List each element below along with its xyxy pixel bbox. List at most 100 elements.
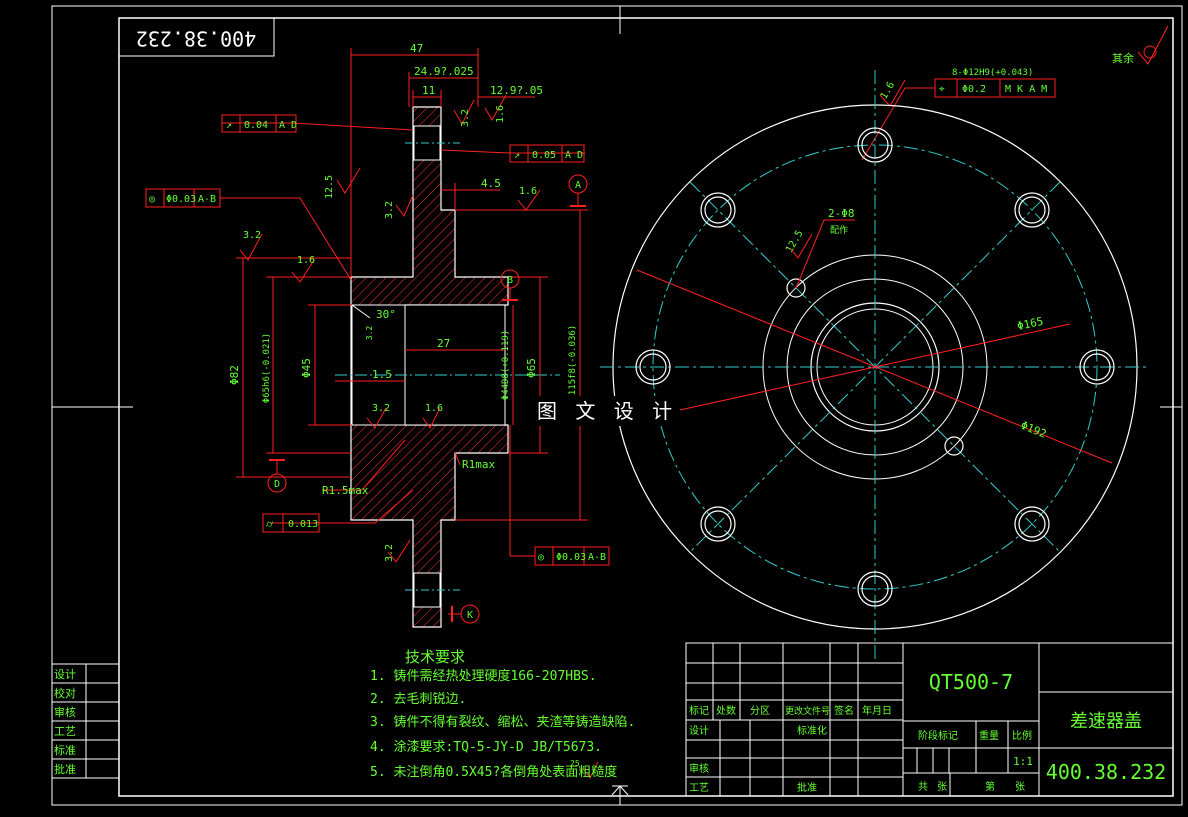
svg-text:张: 张 [937,781,947,793]
rotated-drawing-number: 400.38.232 [136,27,256,51]
svg-text:Φ0.03: Φ0.03 [166,194,196,205]
svg-text:设计: 设计 [54,668,76,681]
dim-r15: R1.5max [322,484,369,497]
svg-text:重量: 重量 [979,729,999,742]
dim-d82: Φ82 [228,365,241,385]
svg-text:审核: 审核 [54,705,76,719]
tol-cylindricity: ⌭ 0.013 [262,513,320,533]
svg-text:1.6: 1.6 [495,105,506,123]
dim-27: 27 [437,337,450,350]
svg-text:⌭: ⌭ [266,519,274,530]
svg-text:0.013: 0.013 [288,519,318,530]
svg-text:张: 张 [1015,781,1025,793]
svg-text:年月日: 年月日 [862,704,892,717]
dim-2-8-note: 配作 [830,224,848,236]
svg-text:3.2: 3.2 [372,403,390,414]
svg-text:签名: 签名 [834,704,854,717]
svg-text:3.2: 3.2 [460,109,471,127]
svg-text:1.6: 1.6 [519,186,537,197]
tech-item-2: 2. 去毛刺锐边. [370,692,466,707]
svg-text:12.5: 12.5 [324,175,335,199]
svg-text:1.6: 1.6 [297,255,315,266]
tech-item-1: 1. 铸件需经热处理硬度166-207HBS. [370,668,597,684]
svg-text:A-B: A-B [198,194,216,205]
datum-a: A [575,180,581,191]
engineering-drawing: 400.38.232 其余 47 24.9?.025 12.9?.05 11 4… [51,5,1183,806]
svg-text:◎: ◎ [538,552,544,563]
dim-12: 12.9?.05 [490,84,543,97]
svg-text:3.2: 3.2 [365,326,374,341]
svg-text:阶段标记: 阶段标记 [918,729,958,742]
svg-text:0.04: 0.04 [244,120,268,131]
svg-text:标记: 标记 [689,705,709,717]
svg-text:Φ0.03: Φ0.03 [556,552,586,563]
svg-text:处数: 处数 [716,704,736,717]
svg-text:⌖: ⌖ [939,84,945,95]
tol-coax-1: ◎ Φ0.03 A-B [145,188,221,208]
svg-text:↗: ↗ [226,120,232,131]
datum-b: B [507,275,513,286]
svg-text:图 文 设 计: 图 文 设 计 [537,399,678,423]
svg-text:3.2: 3.2 [243,230,261,241]
front-view-texts: Φ165 Φ192 2-Φ8 配作 [828,207,1048,441]
svg-text:标准化: 标准化 [797,724,827,737]
dim-115: 115f8(-0.036) [568,325,578,395]
svg-text:0.05: 0.05 [532,150,556,161]
svg-text:第: 第 [985,780,995,793]
dim-d44: Φ44D8(+0.119) [501,330,511,400]
svg-text:1.6: 1.6 [425,403,443,414]
part-name: 差速器盖 [1070,711,1142,732]
dim-15: 1.5 [372,368,392,381]
front-view [600,70,1150,660]
tol-coax-2: ◎ Φ0.03 A-B [534,546,610,566]
svg-text:3.2: 3.2 [384,544,395,562]
svg-text:8-Φ12H9(+0.043): 8-Φ12H9(+0.043) [952,68,1033,78]
dim-d45: Φ45 [300,358,313,378]
tech-title: 技术要求 [405,648,465,666]
tech-item-4: 4. 涂漆要求:TQ-5-JY-D JB/T5673. [370,739,602,755]
dim-24: 24.9?.025 [414,65,474,78]
svg-text:◎: ◎ [149,194,155,205]
title-block: QT500-7 差速器盖 400.38.232 1:1 阶段标记 重量 比例 共… [685,642,1174,797]
tech-item-3: 3. 铸件不得有裂纹、缩松、夹渣等铸造缺陷. [370,714,635,730]
dim-45: 4.5 [481,177,501,190]
svg-text:审核: 审核 [689,762,709,775]
svg-text:A D: A D [565,150,583,161]
svg-text:M K A M: M K A M [1005,84,1047,95]
scale-value: 1:1 [1013,755,1033,768]
dim-d65: Φ65 [525,358,538,378]
technical-requirements: 技术要求 1. 铸件需经热处理硬度166-207HBS. 2. 去毛刺锐边. 3… [370,648,635,780]
tol-position: ⌖ Φ0.2 M K A M 8-Φ12H9(+0.043) [861,68,1056,161]
svg-text:A-B: A-B [588,552,606,563]
dim-d65h: Φ65h6(-0.021) [262,333,272,403]
svg-text:标准: 标准 [54,743,76,757]
dim-11: 11 [422,84,435,97]
dim-47: 47 [410,42,423,55]
dim-d192: Φ192 [1019,419,1048,441]
svg-text:分区: 分区 [750,705,770,717]
svg-text:比例: 比例 [1012,729,1032,742]
svg-text:更改文件号: 更改文件号 [785,705,830,717]
svg-text:设计: 设计 [689,724,709,737]
drawing-number: 400.38.232 [1046,760,1166,784]
datum-k: K [467,610,473,621]
tech-item-5: 5. 未注倒角0.5X45?各倒角处表面粗糙度 [370,764,617,780]
dim-r1: R1max [462,458,495,471]
dim-30: 30° [376,308,396,321]
svg-text:共: 共 [918,781,928,793]
svg-text:批准: 批准 [797,781,817,794]
svg-text:其余: 其余 [1112,51,1134,65]
material: QT500-7 [929,670,1013,694]
general-roughness-note: 其余 [1112,25,1169,65]
drawing-number-box: 400.38.232 [118,17,275,57]
svg-text:校对: 校对 [54,686,76,700]
left-sign-table: 设计 校对 审核 工艺 标准 批准 [51,663,120,779]
svg-text:A D: A D [279,120,297,131]
svg-text:Φ0.2: Φ0.2 [962,84,986,95]
datum-d: D [274,479,280,490]
svg-text:↗: ↗ [514,150,520,161]
svg-text:批准: 批准 [54,762,76,776]
svg-text:工艺: 工艺 [54,725,76,738]
svg-text:工艺: 工艺 [689,782,709,794]
watermark: 图 文 设 计 [528,396,678,426]
